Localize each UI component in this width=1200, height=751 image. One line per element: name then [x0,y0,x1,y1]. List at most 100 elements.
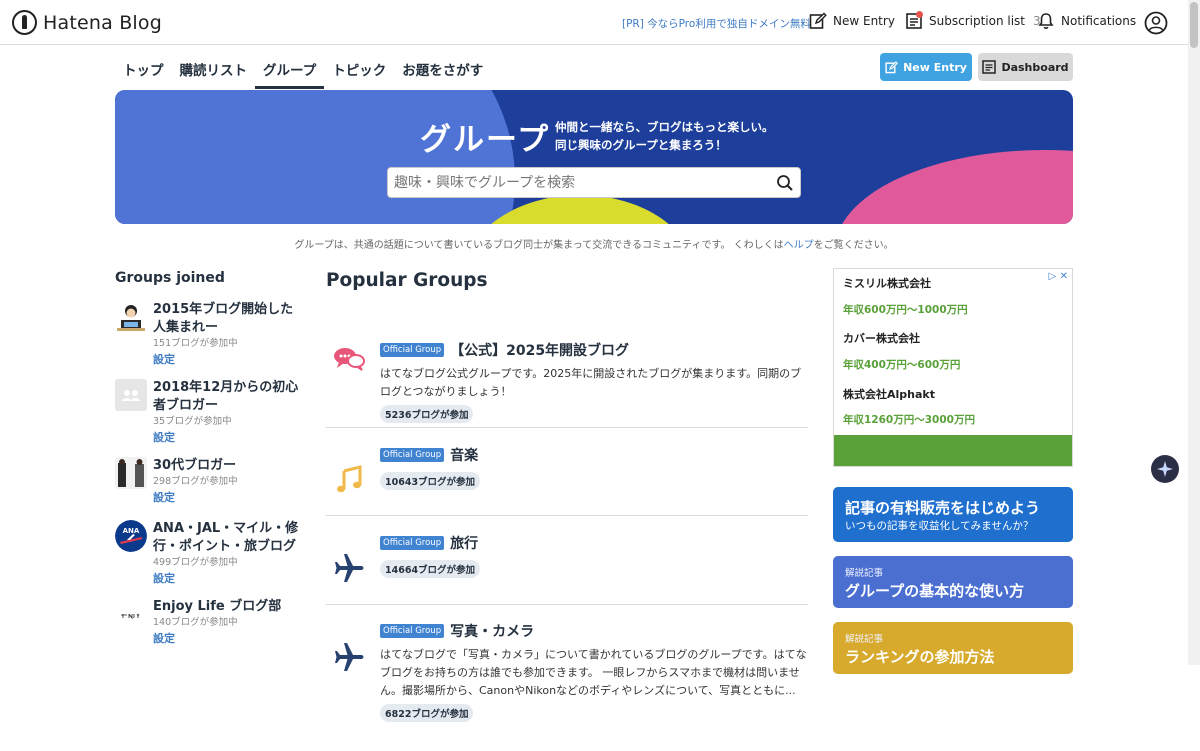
subscription-list-link[interactable]: Subscription list 3 [905,11,1041,30]
popular-group-name[interactable]: 旅行 [450,533,478,553]
ad-footer-bar [834,435,1072,466]
banner-title: ランキングの参加方法 [845,648,995,666]
joined-group-settings[interactable]: 設定 [153,489,305,507]
nav-groups[interactable]: グループ [255,46,325,89]
ad-salary[interactable]: 年収1260万円〜3000万円 [843,412,975,427]
groups-description: グループは、共通の話題について書いているブログ同士が集まって交流できるコミュニテ… [0,236,1188,251]
joined-group-item: 2018年12月からの初心者ブロガー 35ブログが参加中 設定 [115,379,305,457]
top-bar: Hatena Blog [PR] 今ならPro利用で独自ドメイン無料 New E… [0,0,1188,45]
group-thumbnail[interactable] [115,301,147,333]
group-thumbnail[interactable]: ANA [115,520,147,552]
ad-salary[interactable]: 年収400万円〜600万円 [843,357,960,372]
group-thumbnail[interactable] [115,379,147,411]
hatena-logo-icon [12,10,37,35]
joined-group-settings[interactable]: 設定 [153,630,305,648]
unread-dot [916,11,923,18]
group-thumbnail[interactable] [115,457,147,489]
popular-group-item: Official Group 旅行 14664ブログが参加 [326,533,808,605]
joined-group-count: 298ブログが参加中 [153,476,238,487]
popular-groups-title: Popular Groups [326,270,488,291]
notifications-label: Notifications [1061,14,1137,28]
new-entry-button[interactable]: New Entry [880,53,972,81]
airplane-icon[interactable] [330,638,368,676]
popular-group-count: 14664ブログが参加 [380,560,481,578]
joined-group-name[interactable]: Enjoy Life ブログ部 [153,598,305,616]
groups-joined-section: Groups joined 2015年ブログ開始した人集まれー 151ブログが参… [115,270,305,676]
page-scrollbar[interactable] [1188,0,1200,665]
popular-group-description: はてなブログで「写真・カメラ」について書かれているブログのグループです。はてなブ… [380,648,807,697]
popular-group-item: Official Group 写真・カメラ はてなブログで「写真・カメラ」につい… [326,621,808,751]
official-group-badge: Official Group [380,448,445,462]
joined-group-count: 35ブログが参加中 [153,416,232,427]
pr-link[interactable]: [PR] 今ならPro利用で独自ドメイン無料 [622,16,811,31]
assistant-sparkle-icon[interactable] [1151,455,1179,483]
description-text-end: をご覧ください。 [813,240,894,251]
popular-group-name[interactable]: 音楽 [450,445,478,465]
group-guide-banner[interactable]: 解説記事 グループの基本的な使い方 [833,556,1073,608]
popular-group-name[interactable]: 【公式】2025年開設ブログ [450,340,629,360]
new-entry-label: New Entry [833,14,895,28]
hero-title: グループ [420,122,551,158]
banner-tag: 解説記事 [845,568,884,579]
joined-group-item: Enjoy Life ブログ部 140ブログが参加中 設定 [115,598,305,676]
scrollbar-thumb[interactable] [1190,2,1198,48]
banner-title: 記事の有料販売をはじめよう [845,499,1041,517]
user-avatar-icon[interactable] [1144,11,1168,39]
ad-company[interactable]: カバー株式会社 [843,330,920,346]
popular-groups-section: Popular Groups Official Group 【公式】2025年開… [326,270,808,751]
ad-choices-icon[interactable]: ▷ ✕ [1048,271,1068,282]
search-icon[interactable] [776,174,794,196]
joined-group-settings[interactable]: 設定 [153,351,305,369]
joined-group-name[interactable]: 2015年ブログ開始した人集まれー [153,301,305,337]
hatena-blog-logo[interactable]: Hatena Blog [12,10,162,35]
ad-salary[interactable]: 年収600万円〜1000万円 [843,302,968,317]
new-entry-button-label: New Entry [903,60,967,74]
nav-find-themes[interactable]: お題をさがす [394,46,491,89]
main-nav: トップ 購読リスト グループ トピック お題をさがす [115,46,491,89]
joined-group-name[interactable]: ANA・JAL・マイル・修行・ポイント・旅ブログ [153,520,305,556]
joined-group-name[interactable]: 2018年12月からの初心者ブロガー [153,379,305,415]
ad-company[interactable]: ミスリル株式会社 [843,275,931,291]
pencil-icon [809,12,827,29]
dashboard-icon [982,60,997,74]
job-ad[interactable]: ▷ ✕ ミスリル株式会社 年収600万円〜1000万円 カバー株式会社 年収40… [833,268,1073,467]
speech-bubbles-icon[interactable] [330,340,368,378]
nav-top[interactable]: トップ [115,46,172,89]
subscription-icon [905,11,923,30]
new-entry-link[interactable]: New Entry [809,12,895,30]
nav-subscriptions[interactable]: 購読リスト [172,46,256,89]
popular-group-name[interactable]: 写真・カメラ [450,621,534,641]
banner-subtitle: いつもの記事を収益化してみませんか？ [845,520,1034,532]
popular-group-item: Official Group 音楽 10643ブログが参加 [326,445,808,516]
joined-group-name[interactable]: 30代ブロガー [153,457,305,475]
joined-group-count: 151ブログが参加中 [153,338,238,349]
hero-tagline: 仲間と一緒なら、ブログはもっと楽しい。 同じ興味のグループと集まろう！ [555,118,774,154]
group-thumbnail[interactable] [115,598,147,630]
airplane-icon[interactable] [330,549,368,587]
dashboard-button[interactable]: Dashboard [978,53,1073,81]
joined-group-count: 499ブログが参加中 [153,557,238,568]
joined-group-item: ANA ANA・JAL・マイル・修行・ポイント・旅ブログ 499ブログが参加中 … [115,520,305,598]
pencil-icon [885,60,899,73]
subscription-label: Subscription list [929,14,1025,28]
joined-group-item: 2015年ブログ開始した人集まれー 151ブログが参加中 設定 [115,301,305,379]
logo-text: Hatena Blog [43,11,162,34]
joined-group-settings[interactable]: 設定 [153,429,305,447]
joined-group-settings[interactable]: 設定 [153,570,305,588]
paid-articles-banner[interactable]: 記事の有料販売をはじめよう いつもの記事を収益化してみませんか？ [833,487,1073,542]
music-note-icon[interactable] [330,461,368,499]
hero-tagline-line-1: 仲間と一緒なら、ブログはもっと楽しい。 [555,120,774,134]
help-link[interactable]: ヘルプ [784,240,814,251]
official-group-badge: Official Group [380,624,445,638]
notifications-link[interactable]: Notifications [1037,12,1136,30]
ranking-guide-banner[interactable]: 解説記事 ランキングの参加方法 [833,622,1073,674]
groups-hero: グループ 仲間と一緒なら、ブログはもっと楽しい。 同じ興味のグループと集まろう！ [115,90,1073,224]
ad-company[interactable]: 株式会社Alphakt [843,386,935,402]
banner-tag: 解説記事 [845,634,884,645]
nav-topics[interactable]: トピック [324,46,394,89]
group-search-input[interactable] [394,168,764,197]
banner-title: グループの基本的な使い方 [845,582,1025,600]
official-group-badge: Official Group [380,536,445,550]
bell-icon [1038,13,1054,29]
enjoy-life-logo [115,598,147,630]
